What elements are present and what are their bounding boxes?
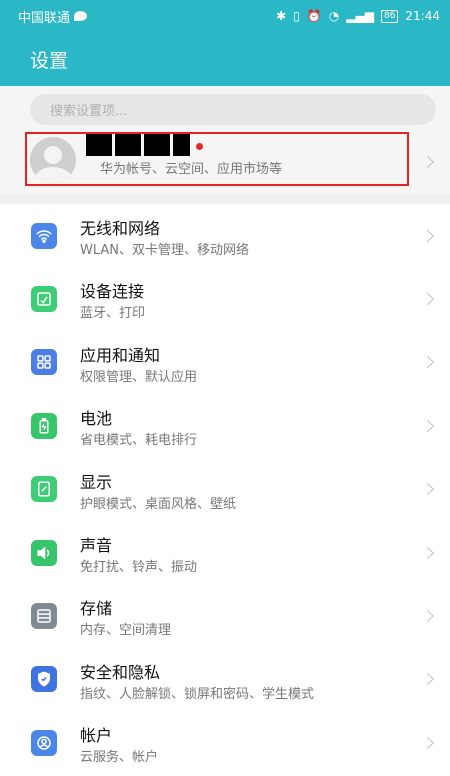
message-notification-icon	[74, 11, 88, 21]
account-icon	[31, 729, 57, 756]
chevron-right-icon	[421, 356, 434, 369]
settings-item-title: 显示	[80, 472, 113, 492]
chevron-right-icon	[421, 419, 434, 433]
settings-item[interactable]: 安全和隐私指纹、人脸解锁、锁屏和密码、学生模式	[0, 648, 450, 711]
wifi-icon	[31, 222, 57, 249]
wifi-signal-icon: ◔	[328, 9, 340, 23]
bluetooth-icon: ✱	[276, 9, 287, 23]
settings-item-subtitle: 蓝牙、打印	[80, 306, 146, 322]
chevron-right-icon	[421, 292, 434, 306]
chevron-right-icon	[421, 609, 434, 623]
device-connection-icon	[31, 286, 57, 313]
search-area: 搜索设置项...	[0, 86, 450, 130]
chevron-right-icon	[421, 546, 434, 560]
battery-indicator: 86	[380, 9, 399, 23]
shield-icon	[31, 666, 57, 693]
settings-item-title: 存储	[80, 599, 113, 619]
clock: 21:44	[405, 9, 440, 23]
search-placeholder: 搜索设置项...	[50, 104, 128, 119]
settings-item-subtitle: 免打扰、铃声、振动	[80, 559, 198, 575]
settings-item-subtitle: 省电模式、耗电排行	[80, 433, 198, 449]
settings-item[interactable]: 声音免打扰、铃声、振动	[0, 521, 450, 584]
status-right: ✱ ▯ ⏰ ◔ ▂▄▆ 86 21:44	[276, 9, 440, 23]
section-divider	[0, 194, 450, 204]
settings-item-subtitle: 内存、空间清理	[80, 623, 172, 639]
carrier-label: 中国联通	[18, 10, 71, 26]
settings-item-subtitle: WLAN、双卡管理、移动网络	[80, 243, 250, 258]
settings-item[interactable]: 应用和通知权限管理、默认应用	[0, 331, 450, 394]
cellular-signal-icon: ▂▄▆	[346, 9, 374, 23]
settings-item[interactable]: 帐户 云服务、帐户	[0, 711, 450, 774]
page-title: 设置	[30, 49, 69, 72]
chevron-right-icon	[421, 155, 434, 169]
storage-icon	[31, 603, 57, 630]
chevron-right-icon	[421, 229, 434, 243]
chevron-right-icon	[421, 673, 434, 686]
settings-item[interactable]: 存储 内存、空间清理	[0, 584, 450, 647]
highlight-box	[25, 132, 409, 186]
app-bar: 设置	[0, 32, 450, 86]
alarm-icon: ⏰	[306, 9, 322, 23]
status-left: 中国联通	[18, 7, 88, 26]
battery-icon	[31, 412, 57, 439]
display-icon	[31, 476, 57, 503]
settings-item[interactable]: 设备连接 蓝牙、打印	[0, 267, 450, 330]
settings-item-subtitle: 权限管理、默认应用	[80, 369, 198, 385]
settings-item[interactable]: 电池省电模式、耗电排行	[0, 394, 450, 457]
settings-list: 无线和网络 WLAN、双卡管理、移动网络设备连接蓝牙、打印应用和通知权限管理、默认…	[0, 204, 450, 775]
settings-item-title: 声音	[80, 535, 113, 555]
settings-item-title: 帐户	[80, 726, 113, 746]
chevron-right-icon	[421, 482, 434, 496]
settings-item-subtitle: 护眼模式、桌面风格、壁纸	[80, 496, 237, 512]
settings-item-title: 电池	[80, 409, 113, 429]
settings-item-title: 设备连接	[80, 282, 145, 302]
account-row[interactable]: ■■■■ 华为帐号、云空间、应用市场等	[0, 130, 450, 194]
apps-icon	[31, 349, 57, 376]
settings-item-title: 无线和网络	[80, 219, 161, 238]
search-input[interactable]: 搜索设置项...	[30, 94, 436, 125]
settings-item-subtitle: 云服务、帐户	[80, 750, 159, 766]
status-bar: 中国联通 ✱ ▯ ⏰ ◔ ▂▄▆ 86 21:44	[0, 0, 450, 32]
sound-icon	[31, 539, 57, 566]
vibrate-icon: ▯	[293, 9, 300, 23]
settings-item-subtitle: 指纹、人脸解锁、锁屏和密码、学生模式	[80, 686, 315, 702]
settings-item[interactable]: 显示护眼模式、桌面风格、壁纸	[0, 458, 450, 521]
chevron-right-icon	[421, 736, 434, 750]
settings-item[interactable]: 无线和网络 WLAN、双卡管理、移动网络	[0, 204, 450, 267]
settings-item-title: 安全和隐私	[80, 662, 161, 682]
settings-item-title: 应用和通知	[80, 345, 161, 365]
